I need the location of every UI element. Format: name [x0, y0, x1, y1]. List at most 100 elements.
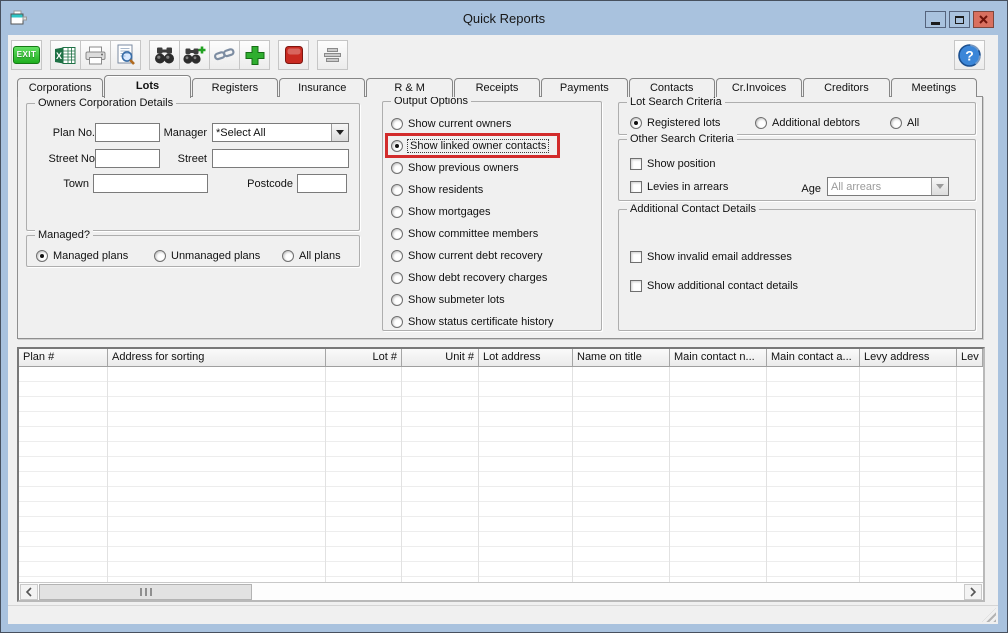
- tab-cr-invoices[interactable]: Cr.Invoices: [715, 78, 803, 97]
- grid-column-line: [859, 367, 860, 582]
- print-button[interactable]: [80, 40, 111, 70]
- checkbox-show-invalid-email-addresses[interactable]: Show invalid email addresses: [630, 250, 792, 263]
- radio-label: All: [907, 116, 920, 129]
- print-preview-button[interactable]: [110, 40, 141, 70]
- radio-show-current-owners[interactable]: Show current owners: [391, 117, 511, 130]
- group-managed: Managed? Managed plans Unmanaged plans All…: [26, 229, 360, 267]
- radio-label: Show current owners: [408, 117, 512, 130]
- grid-column-line: [572, 367, 573, 582]
- tab-r-m[interactable]: R & M: [366, 78, 453, 97]
- stop-button[interactable]: [278, 40, 309, 70]
- svg-text:X: X: [56, 51, 62, 61]
- scroll-left-button[interactable]: [20, 584, 38, 600]
- binoculars-add-icon: [183, 45, 206, 66]
- group-additional-contact-details: Additional Contact Details Show invalid …: [618, 203, 976, 331]
- find-button[interactable]: [149, 40, 180, 70]
- manager-value: *Select All: [216, 126, 266, 139]
- chevron-down-icon[interactable]: [331, 124, 348, 141]
- column-header-plan[interactable]: Plan #: [19, 349, 108, 366]
- tab-registers[interactable]: Registers: [191, 78, 279, 97]
- close-button[interactable]: [973, 11, 994, 28]
- town-label: Town: [63, 178, 89, 190]
- link-icon: [213, 45, 236, 66]
- close-icon: [979, 15, 988, 24]
- tab-creditors[interactable]: Creditors: [803, 78, 890, 97]
- scroll-right-button[interactable]: [964, 584, 982, 600]
- tab-contacts[interactable]: Contacts: [628, 78, 715, 97]
- group-other-search-criteria: Other Search Criteria Age All arrears Sh…: [618, 133, 976, 201]
- minimize-button[interactable]: [925, 11, 946, 28]
- tab-insurance[interactable]: Insurance: [279, 78, 366, 97]
- town-input[interactable]: [93, 174, 208, 193]
- radio-circle: [391, 315, 403, 328]
- checkbox-label: Show position: [647, 157, 716, 170]
- street-input[interactable]: [212, 149, 349, 168]
- age-combobox: All arrears: [827, 177, 949, 196]
- help-button[interactable]: ?: [954, 40, 985, 70]
- column-header-lot-address[interactable]: Lot address: [479, 349, 573, 366]
- tab-corporations[interactable]: Corporations: [17, 78, 104, 97]
- checkbox-show-position[interactable]: Show position: [630, 157, 716, 170]
- checkbox-show-additional-contact-details[interactable]: Show additional contact details: [630, 279, 798, 292]
- find-add-button[interactable]: [179, 40, 210, 70]
- add-button[interactable]: [239, 40, 270, 70]
- resize-grip[interactable]: [982, 608, 996, 622]
- maximize-icon: [955, 15, 964, 24]
- maximize-button[interactable]: [949, 11, 970, 28]
- link-button[interactable]: [209, 40, 240, 70]
- radio-show-residents[interactable]: Show residents: [391, 183, 483, 196]
- tab-bar: Corporations Lots Registers Insurance R & MR…: [17, 74, 978, 98]
- radio-label: Registered lots: [647, 116, 721, 129]
- exit-button[interactable]: EXIT: [11, 40, 42, 70]
- tab-lots[interactable]: Lots: [104, 75, 191, 98]
- column-header-lev[interactable]: Lev: [957, 349, 983, 366]
- column-header-unit[interactable]: Unit #: [402, 349, 479, 366]
- radio-all-plans[interactable]: All plans: [282, 249, 341, 262]
- group-legend: Other Search Criteria: [627, 133, 737, 145]
- radio-show-status-certificate-history[interactable]: Show status certificate history: [391, 315, 554, 328]
- help-icon: ?: [957, 43, 982, 68]
- radio-show-committee-members[interactable]: Show committee members: [391, 227, 538, 240]
- radio-managed-plans[interactable]: Managed plans: [36, 249, 128, 262]
- scrollbar-thumb[interactable]: [39, 584, 252, 600]
- radio-show-linked-owner-contacts[interactable]: Show linked owner contacts: [385, 133, 561, 158]
- horizontal-scrollbar[interactable]: [19, 582, 983, 600]
- column-header-lot[interactable]: Lot #: [326, 349, 402, 366]
- grid-body[interactable]: [19, 367, 983, 582]
- column-header-main-contact-a[interactable]: Main contact a...: [767, 349, 860, 366]
- tab-receipts[interactable]: Receipts: [453, 78, 541, 97]
- radio-circle: [391, 139, 403, 152]
- radio-label: Show linked owner contacts: [406, 138, 550, 153]
- radio-registered-lots[interactable]: Registered lots: [630, 116, 720, 129]
- radio-additional-debtors[interactable]: Additional debtors: [755, 116, 860, 129]
- radio-circle: [391, 249, 403, 262]
- tab-meetings[interactable]: Meetings: [890, 78, 977, 97]
- column-header-address-for-sorting[interactable]: Address for sorting: [108, 349, 326, 366]
- export-excel-button[interactable]: X: [50, 40, 81, 70]
- radio-show-current-debt-recovery[interactable]: Show current debt recovery: [391, 249, 543, 262]
- toolbar: EXIT X?: [11, 39, 995, 71]
- svg-text:?: ?: [965, 47, 974, 63]
- radio-show-debt-recovery-charges[interactable]: Show debt recovery charges: [391, 271, 547, 284]
- column-header-main-contact-n[interactable]: Main contact n...: [670, 349, 767, 366]
- radio-unmanaged-plans[interactable]: Unmanaged plans: [154, 249, 260, 262]
- window-title: Quick Reports: [462, 11, 546, 26]
- checkbox-levies-in-arrears[interactable]: Levies in arrears: [630, 180, 728, 193]
- tab-payments[interactable]: Payments: [541, 78, 628, 97]
- grid-column-line: [325, 367, 326, 582]
- radio-show-mortgages[interactable]: Show mortgages: [391, 205, 491, 218]
- radio-circle: [391, 227, 403, 240]
- postcode-input[interactable]: [297, 174, 347, 193]
- checkbox-label: Levies in arrears: [647, 180, 729, 193]
- layout-button[interactable]: [317, 40, 348, 70]
- street-no-label: Street No: [48, 153, 95, 165]
- manager-combobox[interactable]: *Select All: [212, 123, 349, 142]
- column-header-name-on-title[interactable]: Name on title: [573, 349, 670, 366]
- radio-show-previous-owners[interactable]: Show previous owners: [391, 161, 519, 174]
- radio-show-submeter-lots[interactable]: Show submeter lots: [391, 293, 505, 306]
- column-header-levy-address[interactable]: Levy address: [860, 349, 957, 366]
- radio-label: Unmanaged plans: [171, 249, 261, 262]
- group-legend: Lot Search Criteria: [627, 96, 725, 108]
- radio-all[interactable]: All: [890, 116, 919, 129]
- tab-page-lots: Owners Corporation Details Plan No. Mana…: [17, 95, 983, 339]
